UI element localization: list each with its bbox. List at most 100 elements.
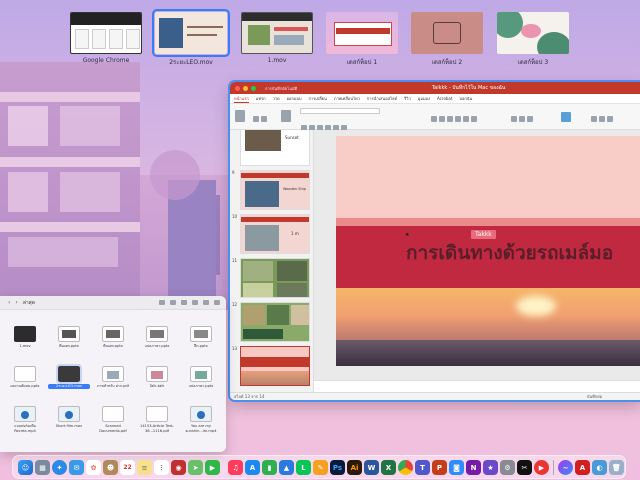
tab-animations[interactable]: ภาพเคลื่อนไหว: [334, 95, 360, 102]
excel-icon[interactable]: X: [381, 460, 396, 475]
space-1-mov[interactable]: 1.mov: [241, 12, 313, 64]
file-item[interactable]: 1.mov: [4, 326, 46, 349]
tab-draw[interactable]: วาด: [273, 95, 280, 102]
slide-thumbnail[interactable]: [240, 302, 310, 342]
clipboard-tools[interactable]: [252, 108, 268, 122]
finder-icon[interactable]: ☺: [18, 460, 33, 475]
file-item-selected[interactable]: 2ระยะLEO.mov: [48, 364, 90, 389]
space-2leo-mov[interactable]: 2ระยะLEO.mov: [152, 9, 230, 67]
launchpad-icon[interactable]: ▦: [35, 460, 50, 475]
forward-icon[interactable]: ›: [15, 299, 17, 306]
close-icon[interactable]: [235, 85, 240, 91]
file-item[interactable]: You are my sunshin...lm.mp4: [180, 406, 222, 433]
line-icon[interactable]: L: [296, 460, 311, 475]
search-icon[interactable]: [214, 300, 220, 305]
slide-thumbnail[interactable]: Wooden Ship: [240, 170, 310, 210]
acrobat-icon[interactable]: A: [575, 460, 590, 475]
file-item[interactable]: 14153-Article Text-36...1116.pdf: [136, 406, 178, 433]
file-item[interactable]: Talk-talk: [136, 366, 178, 389]
calendar-icon[interactable]: 22: [120, 460, 135, 475]
zoom-icon[interactable]: [251, 85, 256, 91]
new-slide-button[interactable]: [280, 108, 292, 122]
reminders-icon[interactable]: ⋮: [154, 460, 169, 475]
space-desktop-1[interactable]: เดสก์ท็อป 1: [326, 12, 398, 67]
trash-icon[interactable]: 🗑: [609, 460, 624, 475]
slide-thumbnail[interactable]: Sunset: [240, 130, 310, 166]
paste-button[interactable]: [234, 108, 246, 122]
appstore-icon[interactable]: A: [245, 460, 260, 475]
tab-design[interactable]: ออกแบบ: [287, 95, 302, 102]
powerpoint-icon[interactable]: P: [432, 460, 447, 475]
file-item[interactable]: แบบฟอร์มเพื่อ Recrea.mp4: [4, 406, 46, 433]
tab-review[interactable]: รีวิว: [404, 95, 411, 102]
file-item[interactable]: แปลภาษา.pptx: [136, 326, 178, 349]
finder-window[interactable]: ‹ › ล่าสุด 1.mov พื้นเอท.pptx พื้นเอท.pp…: [0, 296, 226, 452]
group-icon[interactable]: [170, 300, 176, 305]
space-google-chrome[interactable]: Google Chrome: [70, 12, 142, 64]
slide-thumbnail[interactable]: 1 m: [240, 214, 310, 254]
messenger-icon[interactable]: ~: [558, 460, 573, 475]
tab-acrobat[interactable]: Acrobat: [437, 96, 452, 101]
notes-toggle[interactable]: บันทึกย่อ: [587, 393, 602, 400]
autosave-label[interactable]: การบันทึกอัตโนมัติ: [265, 85, 297, 92]
photobooth-icon[interactable]: ◉: [171, 460, 186, 475]
notes-icon[interactable]: ≡: [137, 460, 152, 475]
contacts-icon[interactable]: ☻: [103, 460, 118, 475]
space-desktop-3[interactable]: เดสก์ท็อป 3: [497, 12, 569, 67]
capcut-icon[interactable]: ✂: [517, 460, 532, 475]
powerpoint-titlebar[interactable]: การบันทึกอัตโนมัติ Taikkk - บันทึกไว้ใน …: [230, 82, 640, 94]
slide-thumbnail-selected[interactable]: [240, 346, 310, 386]
tab-view[interactable]: มุมมอง: [418, 95, 430, 102]
tag-icon[interactable]: [192, 300, 198, 305]
imovie-icon[interactable]: ★: [483, 460, 498, 475]
photoshop-icon[interactable]: Ps: [330, 460, 345, 475]
photos-icon[interactable]: ✿: [86, 460, 101, 475]
file-item[interactable]: ภาพสำหรับ ฝาก.pdf: [92, 366, 134, 389]
quicktime-icon[interactable]: ▶: [534, 460, 549, 475]
music-icon[interactable]: ♫: [228, 460, 243, 475]
powerpoint-window[interactable]: การบันทึกอัตโนมัติ Taikkk - บันทึกไว้ใน …: [230, 82, 640, 400]
preview-icon[interactable]: ◐: [592, 460, 607, 475]
slide-thumbnail-pane[interactable]: Sunset 9 Wooden Ship 10 1 m 11 12 13: [230, 130, 314, 392]
file-item[interactable]: ฝึก.pptx: [180, 326, 222, 349]
pages-icon[interactable]: ✎: [313, 460, 328, 475]
slide-thumbnail[interactable]: [240, 258, 310, 298]
file-item[interactable]: Scanned Documents.pdf: [92, 406, 134, 433]
font-format-buttons[interactable]: [300, 117, 348, 131]
action-icon[interactable]: [203, 300, 209, 305]
file-item[interactable]: Short film.mov: [48, 406, 90, 429]
tab-insert[interactable]: แทรก: [256, 95, 266, 102]
illustrator-icon[interactable]: Ai: [347, 460, 362, 475]
slide-editor[interactable]: Takkk การเดินทางด้วยรถเมล์มอ ก: [314, 130, 640, 392]
space-desktop-2[interactable]: เดสก์ท็อป 2: [411, 12, 483, 67]
view-options-icon[interactable]: [159, 300, 165, 305]
file-item[interactable]: พื้นเอท.pptx: [92, 326, 134, 349]
chrome-icon[interactable]: [398, 460, 413, 475]
current-slide[interactable]: Takkk การเดินทางด้วยรถเมล์มอ ก: [336, 136, 640, 366]
sunset-image[interactable]: [336, 288, 640, 366]
picture-button[interactable]: [560, 108, 572, 122]
file-item[interactable]: พื้นเอท.pptx: [48, 326, 90, 349]
maps-icon[interactable]: ➤: [188, 460, 203, 475]
shape-format-buttons[interactable]: [590, 108, 614, 122]
tab-transitions[interactable]: การเปลี่ยน: [309, 95, 327, 102]
slide-title[interactable]: การเดินทางด้วยรถเมล์มอ: [406, 238, 613, 268]
file-item[interactable]: แปลภาษา.pptx: [180, 366, 222, 389]
settings-icon[interactable]: ⚙: [500, 460, 515, 475]
onenote-icon[interactable]: N: [466, 460, 481, 475]
paragraph-buttons[interactable]: [430, 108, 478, 122]
minimize-icon[interactable]: [243, 85, 248, 91]
back-icon[interactable]: ‹: [8, 299, 10, 306]
teams-icon[interactable]: T: [415, 460, 430, 475]
facetime-icon[interactable]: ▶: [205, 460, 220, 475]
tab-tell-me[interactable]: บอกฉัน: [459, 95, 472, 102]
zoom-icon[interactable]: ◙: [449, 460, 464, 475]
arrange-buttons[interactable]: [510, 108, 534, 122]
word-icon[interactable]: W: [364, 460, 379, 475]
keynote-icon[interactable]: ▲: [279, 460, 294, 475]
numbers-icon[interactable]: ▮: [262, 460, 277, 475]
tab-slideshow[interactable]: การนำเสนอสไลด์: [367, 95, 397, 102]
mail-icon[interactable]: ✉: [69, 460, 84, 475]
safari-icon[interactable]: ✦: [52, 460, 67, 475]
file-item[interactable]: ผลงานพัดลม.pptx: [4, 366, 46, 389]
